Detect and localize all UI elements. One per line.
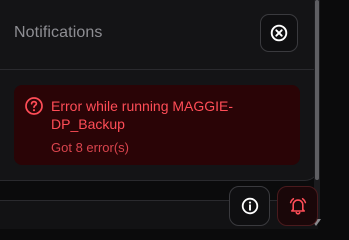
close-circle-icon: [270, 24, 288, 42]
notification-title: Error while running MAGGIE-DP_Backup: [51, 98, 234, 132]
panel-title: Notifications: [14, 24, 103, 41]
lower-panel-edge: [0, 200, 318, 229]
question-circle-icon: [25, 97, 43, 115]
panel-header: Notifications: [0, 0, 318, 70]
scrollbar-thumb[interactable]: [315, 0, 319, 180]
bell-icon: [289, 197, 306, 215]
notification-subtitle: Got 8 error(s): [51, 140, 130, 155]
notifications-bell-button[interactable]: [277, 186, 318, 226]
close-notifications-button[interactable]: [260, 14, 298, 52]
info-icon: [241, 197, 258, 215]
notification-item[interactable]: Error while running MAGGIE-DP_Backup Got…: [14, 85, 300, 165]
info-button[interactable]: [229, 186, 270, 226]
notifications-panel: Notifications Error while running MAGGIE…: [0, 0, 319, 181]
